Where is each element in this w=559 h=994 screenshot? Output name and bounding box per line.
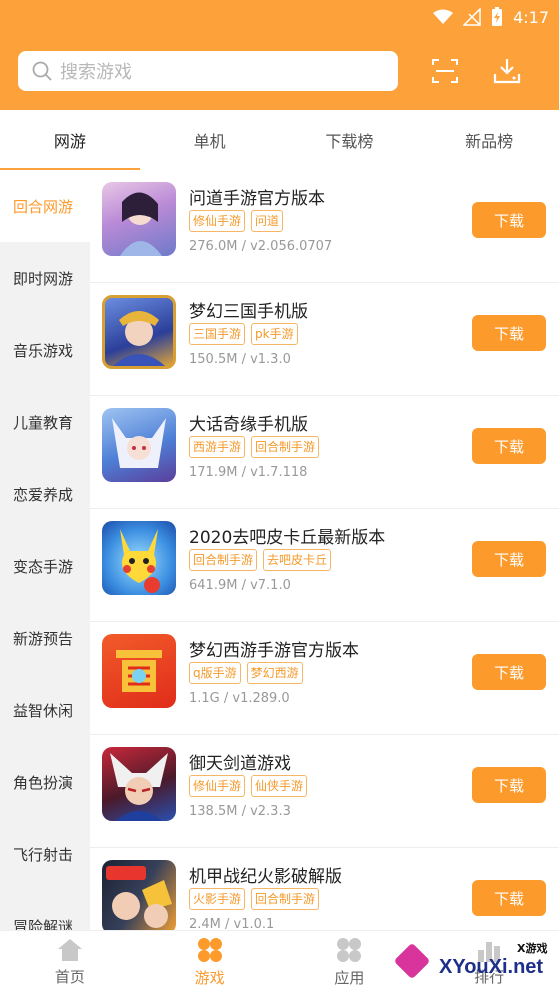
sidebar-item-shooter[interactable]: 飞行射击: [0, 818, 90, 890]
signal-icon: [463, 8, 481, 26]
nav-games[interactable]: 游戏: [140, 931, 280, 994]
sidebar-item-upcoming[interactable]: 新游预告: [0, 602, 90, 674]
sidebar-item-kids-education[interactable]: 儿童教育: [0, 386, 90, 458]
sidebar-item-puzzle[interactable]: 益智休闲: [0, 674, 90, 746]
game-name: 梦幻西游手游官方版本: [189, 641, 359, 661]
game-size-version: 171.9M / v1.7.118: [189, 465, 308, 480]
home-icon: [57, 939, 82, 961]
list-item[interactable]: 梦幻三国手机版 三国手游 pk手游 150.5M / v1.3.0 下载: [90, 283, 559, 396]
game-tag[interactable]: 回合制手游: [189, 549, 258, 571]
list-item[interactable]: 梦幻西游手游官方版本 q版手游 梦幻西游 1.1G / v1.289.0 下载: [90, 622, 559, 735]
list-item[interactable]: 机甲战纪火影破解版 火影手游 回合制手游 2.4M / v1.0.1 下载: [90, 848, 559, 930]
game-name: 御天剑道游戏: [189, 754, 291, 774]
status-bar: 4:17: [433, 6, 549, 28]
search-icon: [32, 61, 52, 81]
game-name: 问道手游官方版本: [189, 189, 325, 209]
game-tag[interactable]: 去吧皮卡丘: [263, 549, 332, 571]
game-tag[interactable]: 修仙手游: [189, 775, 246, 797]
sidebar-item-realtime[interactable]: 即时网游: [0, 242, 90, 314]
list-item[interactable]: 问道手游官方版本 修仙手游 问道 276.0M / v2.056.0707 下载: [90, 170, 559, 283]
tab-online-games[interactable]: 网游: [0, 110, 140, 170]
nav-label: 首页: [54, 968, 85, 986]
game-tag[interactable]: 梦幻西游: [246, 662, 303, 684]
download-button[interactable]: 下载: [472, 428, 546, 464]
game-tag[interactable]: 三国手游: [189, 323, 246, 345]
nav-home[interactable]: 首页: [0, 931, 140, 994]
game-tag[interactable]: 回合制手游: [251, 888, 320, 910]
apps-icon: [337, 938, 362, 962]
list-item[interactable]: 2020去吧皮卡丘最新版本 回合制手游 去吧皮卡丘 641.9M / v7.1.…: [90, 509, 559, 622]
game-tag[interactable]: 修仙手游: [189, 210, 246, 232]
game-size-version: 276.0M / v2.056.0707: [189, 239, 333, 254]
game-size-version: 2.4M / v1.0.1: [189, 917, 275, 930]
game-tag[interactable]: 西游手游: [189, 436, 246, 458]
wifi-icon: [433, 9, 454, 24]
sidebar-item-music[interactable]: 音乐游戏: [0, 314, 90, 386]
download-button[interactable]: 下载: [472, 767, 546, 803]
sidebar-item-modded[interactable]: 变态手游: [0, 530, 90, 602]
game-tags: 回合制手游 去吧皮卡丘: [189, 549, 332, 571]
download-button[interactable]: 下载: [472, 202, 546, 238]
watermark-logo-icon: [393, 942, 431, 980]
nav-label: 游戏: [194, 969, 225, 987]
download-button[interactable]: 下载: [472, 315, 546, 351]
game-tag[interactable]: 仙侠手游: [251, 775, 308, 797]
game-size-version: 641.9M / v7.1.0: [189, 578, 291, 593]
game-icon: [102, 634, 176, 708]
game-list: 问道手游官方版本 修仙手游 问道 276.0M / v2.056.0707 下载…: [90, 170, 559, 930]
game-icon: [102, 860, 176, 930]
category-tabs: 网游 单机 下载榜 新品榜: [0, 110, 559, 170]
download-button[interactable]: 下载: [472, 654, 546, 690]
game-size-version: 150.5M / v1.3.0: [189, 352, 291, 367]
game-tag[interactable]: 火影手游: [189, 888, 246, 910]
game-icon: [102, 747, 176, 821]
game-name: 大话奇缘手机版: [189, 415, 308, 435]
list-item[interactable]: 大话奇缘手机版 西游手游 回合制手游 171.9M / v1.7.118 下载: [90, 396, 559, 509]
game-tag[interactable]: pk手游: [251, 323, 298, 345]
game-tag[interactable]: 问道: [251, 210, 284, 232]
game-tag[interactable]: q版手游: [189, 662, 241, 684]
sidebar-item-rpg[interactable]: 角色扮演: [0, 746, 90, 818]
game-icon: [102, 521, 176, 595]
game-icon: [102, 295, 176, 369]
game-name: 机甲战纪火影破解版: [189, 867, 342, 887]
game-size-version: 1.1G / v1.289.0: [189, 691, 290, 706]
site-watermark: X游戏 XYouXi.net: [383, 938, 553, 990]
battery-icon: [492, 7, 503, 26]
game-tags: 三国手游 pk手游: [189, 323, 298, 345]
sidebar-item-adventure[interactable]: 冒险解谜: [0, 890, 90, 931]
game-tags: 火影手游 回合制手游: [189, 888, 320, 910]
genre-sidebar: 回合网游 即时网游 音乐游戏 儿童教育 恋爱养成 变态手游 新游预告 益智休闲 …: [0, 170, 90, 930]
tab-new-ranking[interactable]: 新品榜: [419, 110, 559, 170]
scan-icon[interactable]: [430, 56, 460, 86]
watermark-text: XYouXi.net: [439, 956, 544, 978]
search-bar[interactable]: 搜索游戏: [18, 51, 398, 91]
game-grid-icon: [197, 938, 222, 962]
sidebar-item-turn-based[interactable]: 回合网游: [0, 170, 90, 242]
game-tags: 修仙手游 仙侠手游: [189, 775, 308, 797]
sidebar-item-romance[interactable]: 恋爱养成: [0, 458, 90, 530]
watermark-subtext: X游戏: [517, 942, 548, 955]
nav-label: 应用: [334, 969, 365, 987]
game-name: 2020去吧皮卡丘最新版本: [189, 528, 386, 548]
tab-single-player[interactable]: 单机: [140, 110, 280, 170]
game-tags: 修仙手游 问道: [189, 210, 284, 232]
game-tag[interactable]: 回合制手游: [251, 436, 320, 458]
list-item[interactable]: 御天剑道游戏 修仙手游 仙侠手游 138.5M / v2.3.3 下载: [90, 735, 559, 848]
game-icon: [102, 408, 176, 482]
game-icon: [102, 182, 176, 256]
game-size-version: 138.5M / v2.3.3: [189, 804, 291, 819]
status-time: 4:17: [513, 7, 549, 27]
top-header: 4:17 搜索游戏: [0, 0, 559, 110]
tab-download-ranking[interactable]: 下载榜: [280, 110, 420, 170]
download-manager-icon[interactable]: [492, 56, 522, 86]
search-placeholder: 搜索游戏: [60, 62, 132, 83]
download-button[interactable]: 下载: [472, 880, 546, 916]
download-button[interactable]: 下载: [472, 541, 546, 577]
game-tags: 西游手游 回合制手游: [189, 436, 320, 458]
game-name: 梦幻三国手机版: [189, 302, 308, 322]
game-tags: q版手游 梦幻西游: [189, 662, 303, 684]
